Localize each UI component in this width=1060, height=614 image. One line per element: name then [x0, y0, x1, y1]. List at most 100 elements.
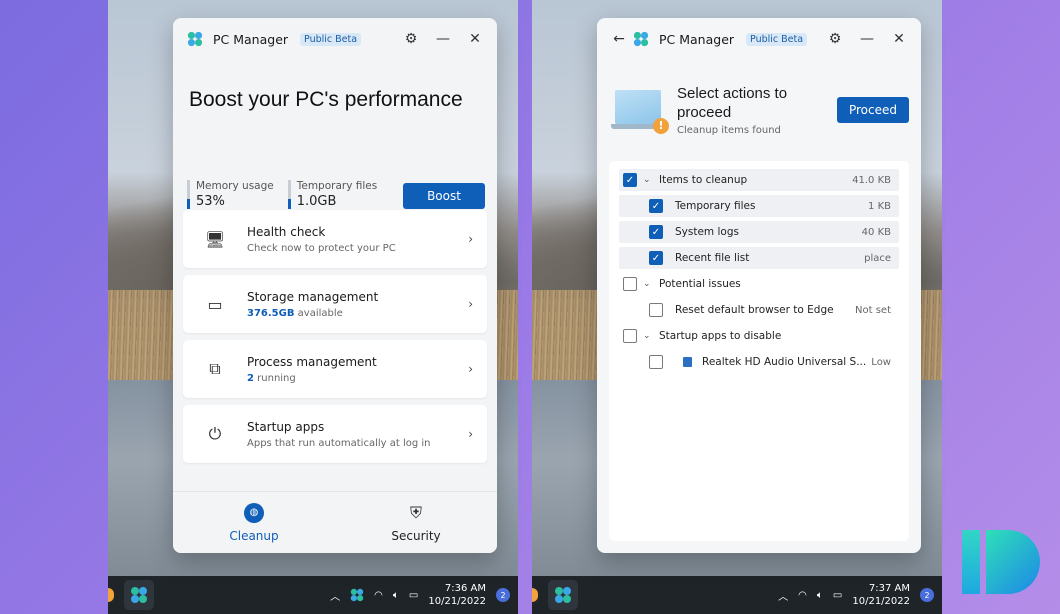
taskbar: ︿ ◠ 🔈︎ ▭ 7:37 AM 10/21/2022 2: [532, 576, 942, 614]
group-potential-issues[interactable]: ⌄ Potential issues: [619, 273, 899, 295]
chevron-right-icon: ›: [468, 362, 473, 376]
taskbar: ︿ ◠ 🔈︎ ▭ 7:36 AM 10/21/2022 2: [108, 576, 518, 614]
beta-badge: Public Beta: [746, 32, 808, 46]
card-storage-management[interactable]: ▭ Storage management 376.5GB available ›: [183, 275, 487, 333]
card-title: Storage management: [247, 289, 379, 304]
close-icon[interactable]: ✕: [891, 31, 907, 47]
checkbox-unchecked[interactable]: [623, 277, 637, 291]
cleanup-heading: Select actions to proceed: [677, 84, 788, 121]
notification-badge[interactable]: 2: [920, 588, 934, 602]
gear-icon[interactable]: ⚙: [827, 31, 843, 47]
group-items-to-cleanup[interactable]: ✓ ⌄ Items to cleanup 41.0 KB: [619, 169, 899, 191]
chevron-up-icon[interactable]: ︿: [778, 588, 788, 603]
chevron-right-icon: ›: [468, 297, 473, 311]
row-value: Low: [871, 356, 891, 368]
chevron-up-icon[interactable]: ︿: [330, 588, 340, 603]
item-recent-file-list[interactable]: ✓ Recent file list place: [619, 247, 899, 269]
wifi-icon[interactable]: ◠: [798, 590, 807, 601]
pc-manager-window-home: PC Manager Public Beta ⚙ — ✕ Boost your …: [173, 18, 497, 553]
row-value: Not set: [855, 304, 891, 316]
notification-badge[interactable]: 2: [496, 588, 510, 602]
pc-manager-taskbar-icon[interactable]: [548, 580, 578, 610]
boost-button[interactable]: Boost: [403, 183, 485, 209]
stat-memory: Memory usage 53%: [187, 180, 274, 209]
app-title: PC Manager: [213, 31, 289, 47]
row-value: 40 KB: [861, 226, 891, 238]
monitor-icon: 🖥︎: [204, 229, 226, 249]
pc-manager-taskbar-icon[interactable]: [124, 580, 154, 610]
chevron-down-icon[interactable]: ⌄: [643, 331, 651, 341]
title-bar: PC Manager Public Beta ⚙ — ✕: [173, 18, 497, 60]
system-tray: ︿ ◠ 🔈︎ ▭ 7:36 AM 10/21/2022 2: [330, 582, 510, 608]
card-subtitle: 376.5GB available: [247, 308, 468, 319]
shield-icon: ⛨: [409, 502, 422, 522]
pc-manager-window-cleanup: ← PC Manager Public Beta ⚙ — ✕ ! Select …: [597, 18, 921, 553]
checkbox-checked[interactable]: ✓: [649, 199, 663, 213]
stat-label: Memory usage: [196, 180, 274, 192]
row-label: Temporary files: [675, 200, 756, 212]
close-icon[interactable]: ✕: [467, 31, 483, 47]
back-arrow-icon[interactable]: ←: [611, 31, 627, 47]
item-system-logs[interactable]: ✓ System logs 40 KB: [619, 221, 899, 243]
laptop-warning-icon: !: [611, 89, 669, 134]
stat-value: 53%: [196, 194, 225, 209]
clock[interactable]: 7:36 AM 10/21/2022: [428, 582, 486, 608]
card-startup-apps[interactable]: ⏻ Startup apps Apps that run automatical…: [183, 405, 487, 463]
volume-icon[interactable]: 🔈︎: [393, 590, 399, 601]
storage-available-value: 376.5GB: [247, 307, 295, 319]
storage-available-label: available: [297, 307, 343, 319]
proceed-button[interactable]: Proceed: [837, 96, 909, 123]
volume-icon[interactable]: 🔈︎: [817, 590, 823, 601]
card-subtitle: 2 running: [247, 373, 468, 384]
process-label: running: [257, 372, 296, 384]
chevron-right-icon: ›: [468, 232, 473, 246]
battery-icon[interactable]: ▭: [833, 590, 842, 601]
minimize-icon[interactable]: —: [435, 31, 451, 47]
item-temporary-files[interactable]: ✓ Temporary files 1 KB: [619, 195, 899, 217]
checkbox-unchecked[interactable]: [649, 355, 663, 369]
checkbox-checked[interactable]: ✓: [623, 173, 637, 187]
cleanup-list: ✓ ⌄ Items to cleanup 41.0 KB ✓ Temporary…: [609, 161, 909, 541]
chevron-down-icon[interactable]: ⌄: [643, 175, 651, 185]
pc-manager-tray-icon[interactable]: [350, 588, 364, 602]
card-process-management[interactable]: ⧉ Process management 2 running ›: [183, 340, 487, 398]
row-label: Reset default browser to Edge: [675, 304, 834, 316]
clock-date: 10/21/2022: [852, 596, 910, 607]
row-value: place: [864, 252, 891, 264]
item-reset-default-browser[interactable]: Reset default browser to Edge Not set: [619, 299, 899, 321]
app-title: PC Manager: [659, 31, 735, 47]
cleanup-icon: ◍: [244, 502, 264, 523]
minimize-icon[interactable]: —: [859, 31, 875, 47]
row-label: Items to cleanup: [659, 174, 748, 186]
title-bar: ← PC Manager Public Beta ⚙ — ✕: [597, 18, 921, 60]
checkbox-checked[interactable]: ✓: [649, 225, 663, 239]
nav-security[interactable]: ⛨ Security: [335, 492, 497, 553]
row-label: Startup apps to disable: [659, 330, 782, 342]
clock-time: 7:37 AM: [868, 583, 910, 594]
row-label: Recent file list: [675, 252, 750, 264]
clock[interactable]: 7:37 AM 10/21/2022: [852, 582, 910, 608]
gear-icon[interactable]: ⚙: [403, 31, 419, 47]
checkbox-unchecked[interactable]: [623, 329, 637, 343]
cleanup-subheading: Cleanup items found: [677, 124, 781, 136]
checkbox-checked[interactable]: ✓: [649, 251, 663, 265]
row-label: Realtek HD Audio Universal S...: [702, 356, 867, 368]
item-realtek-audio[interactable]: Realtek HD Audio Universal S... Low: [619, 351, 899, 373]
taskbar-edge-indicator: [108, 588, 114, 602]
chevron-down-icon[interactable]: ⌄: [643, 279, 651, 289]
card-title: Startup apps: [247, 419, 325, 434]
card-health-check[interactable]: 🖥︎ Health check Check now to protect you…: [183, 210, 487, 268]
nav-cleanup[interactable]: ◍ Cleanup: [173, 492, 335, 553]
wifi-icon[interactable]: ◠: [374, 590, 383, 601]
system-tray: ︿ ◠ 🔈︎ ▭ 7:37 AM 10/21/2022 2: [778, 582, 934, 608]
nav-label: Security: [391, 528, 441, 543]
hero-section: Boost your PC's performance Memory usage…: [173, 60, 497, 210]
checkbox-unchecked[interactable]: [649, 303, 663, 317]
app-logo-icon: [187, 31, 203, 47]
battery-icon[interactable]: ▭: [409, 590, 418, 601]
card-title: Health check: [247, 224, 326, 239]
watermark-logo: [962, 530, 1040, 594]
power-icon: ⏻: [208, 424, 222, 443]
group-startup-apps[interactable]: ⌄ Startup apps to disable: [619, 325, 899, 347]
card-subtitle: Check now to protect your PC: [247, 242, 396, 254]
